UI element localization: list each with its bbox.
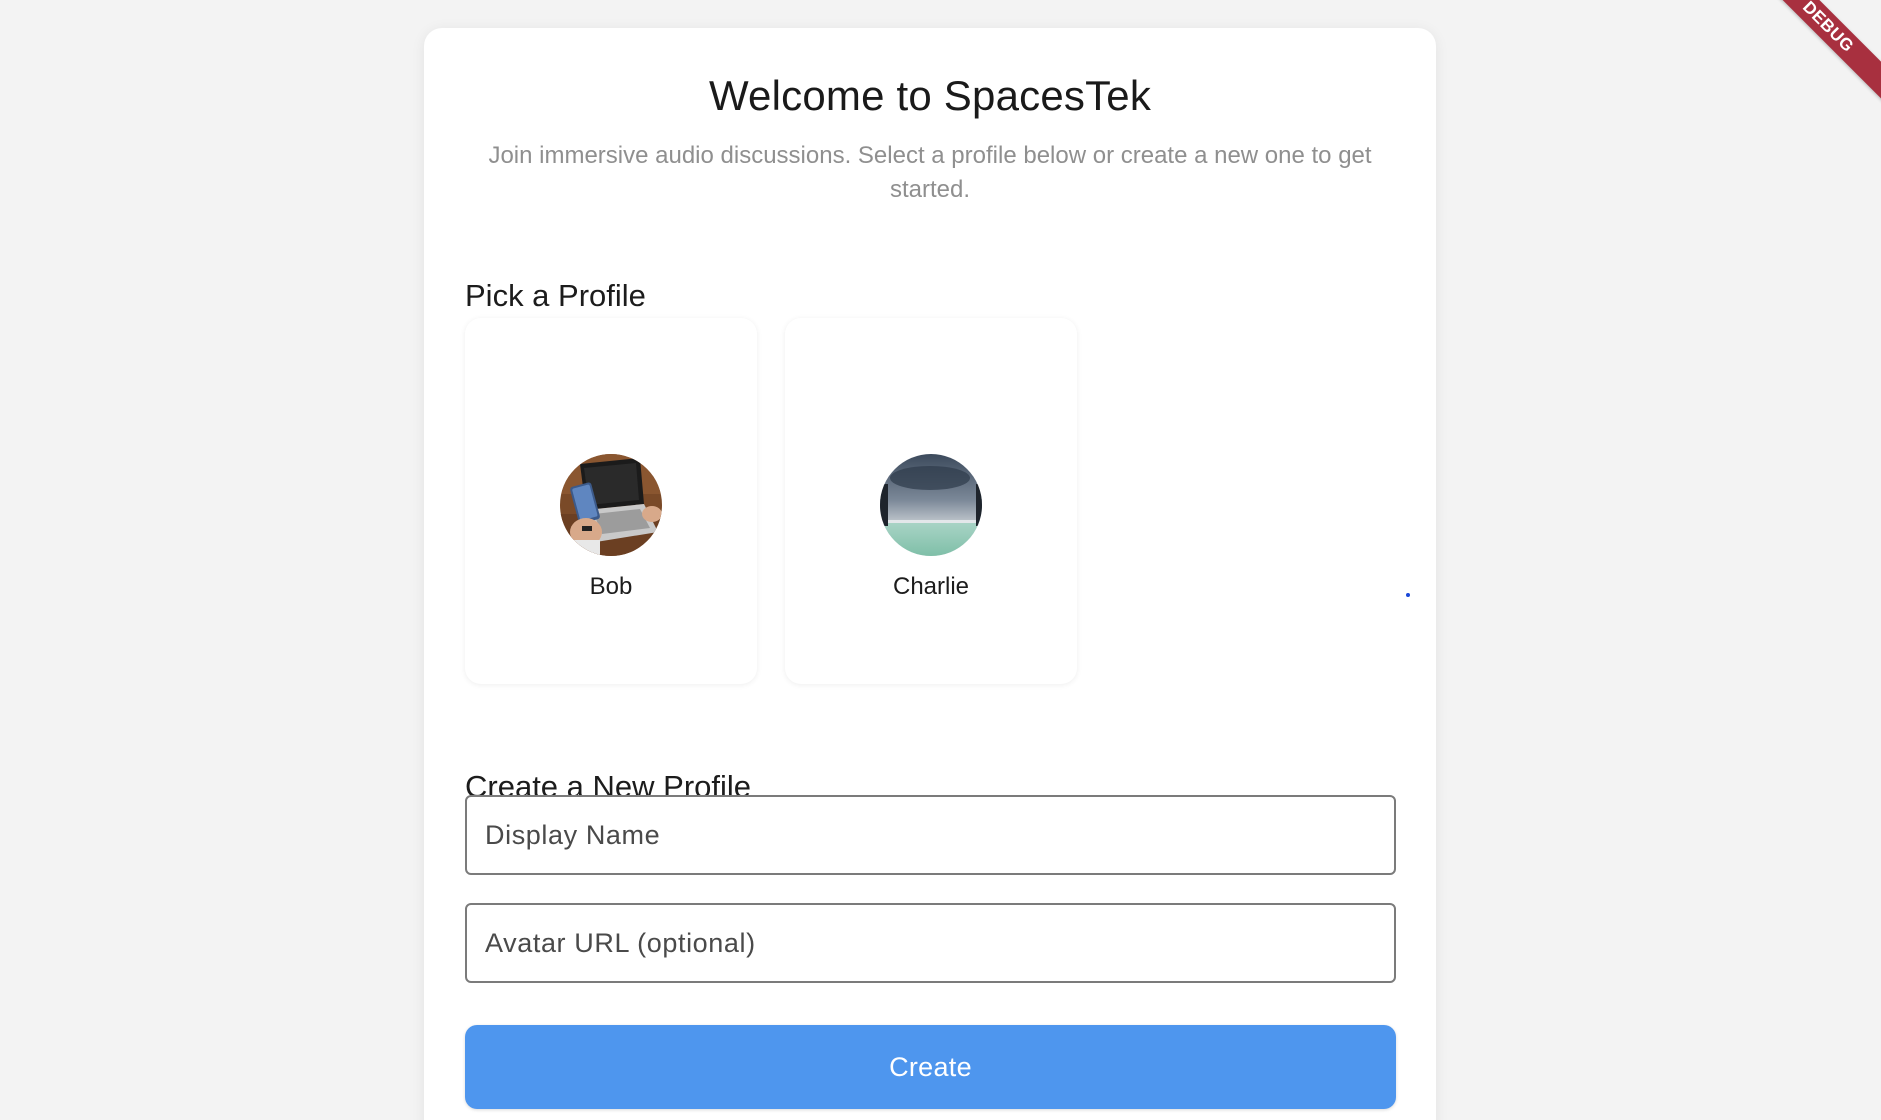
pick-profile-heading: Pick a Profile: [465, 278, 646, 313]
avatar-bob: [560, 454, 662, 556]
page-title: Welcome to SpacesTek: [708, 72, 1152, 119]
laptop-photo-icon: [560, 454, 662, 556]
profile-card-charlie[interactable]: Charlie: [785, 318, 1077, 684]
profile-name-bob: Bob: [589, 573, 633, 600]
display-name-field[interactable]: [465, 795, 1396, 875]
avatar-charlie: [880, 454, 982, 556]
welcome-card: Welcome to SpacesTek Join immersive audi…: [424, 28, 1436, 1120]
debug-banner: DEBUG: [1751, 0, 1881, 104]
sea-sky-photo-icon: [880, 454, 982, 556]
avatar-url-field[interactable]: [465, 903, 1396, 983]
app-page: Welcome to SpacesTek Join immersive audi…: [0, 0, 1881, 1120]
create-button[interactable]: Create: [465, 1025, 1396, 1109]
profile-name-charlie: Charlie: [892, 573, 970, 600]
loading-dot: [1406, 593, 1410, 597]
page-subtitle: Join immersive audio discussions. Select…: [488, 142, 1372, 203]
profile-card-bob[interactable]: Bob: [465, 318, 757, 684]
